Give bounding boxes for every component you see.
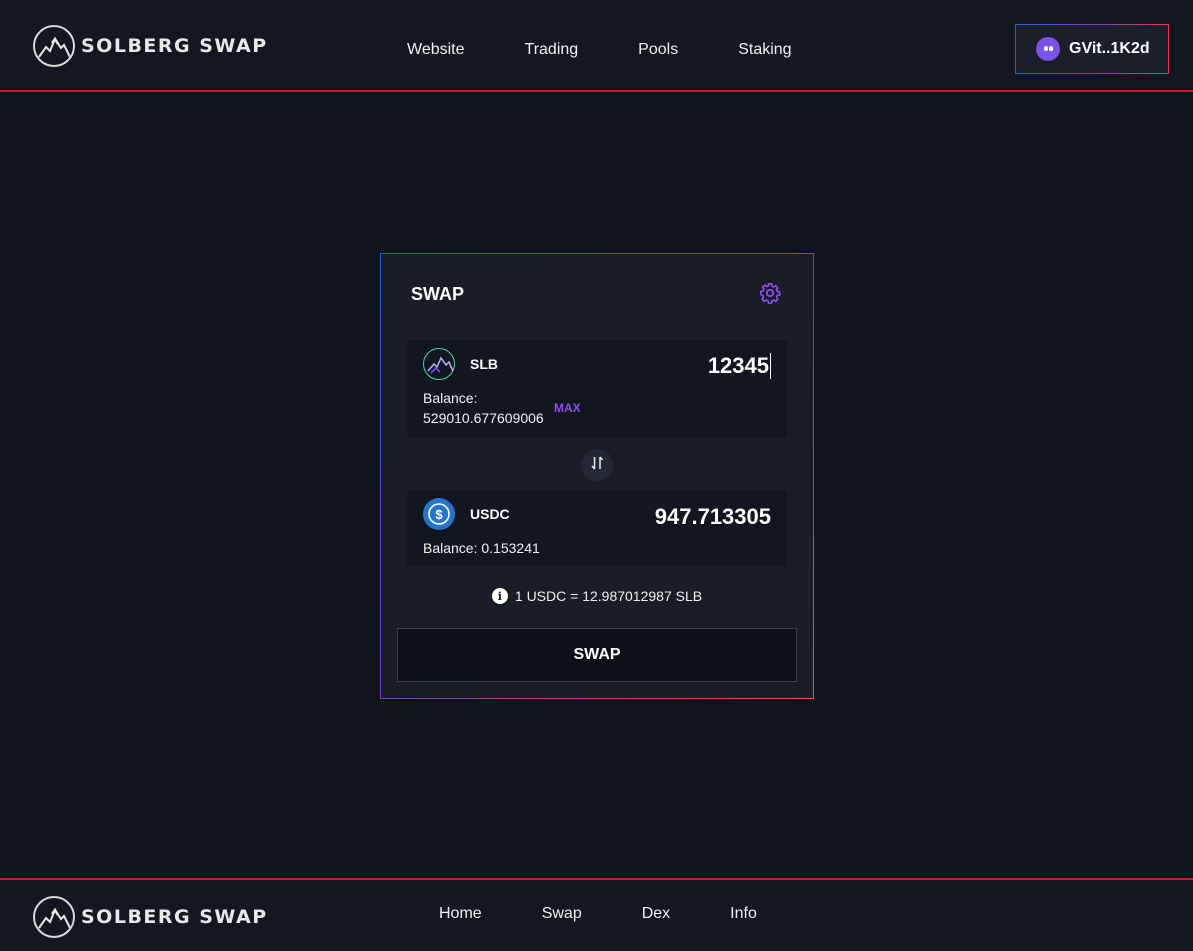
- logo-text: SOLBERG SWAP: [81, 35, 268, 57]
- footer: SOLBERG SWAP Home Swap Dex Info: [0, 878, 1193, 951]
- slb-token-icon: [423, 348, 455, 380]
- switch-direction-button[interactable]: [581, 449, 613, 481]
- nav-website[interactable]: Website: [407, 41, 465, 59]
- swap-card: SWAP SLB Balance: 529010.677609006 MAX: [380, 253, 814, 699]
- from-amount-field[interactable]: [591, 353, 771, 379]
- to-token-symbol[interactable]: USDC: [470, 506, 510, 522]
- exchange-rate-text: 1 USDC = 12.987012987 SLB: [514, 588, 703, 604]
- exchange-rate: i 1 USDC = 12.987012987 SLB: [381, 588, 813, 604]
- to-token-panel: $ USDC 947.713305 Balance: 0.153241: [407, 490, 787, 567]
- page: SOLBERG SWAP Website Trading Pools Staki…: [0, 0, 1193, 951]
- footer-logo[interactable]: SOLBERG SWAP: [33, 896, 268, 938]
- to-amount-value: 947.713305: [654, 504, 771, 529]
- footer-nav: Home Swap Dex Info: [439, 905, 817, 923]
- svg-text:$: $: [435, 507, 443, 522]
- footer-nav-swap[interactable]: Swap: [542, 905, 582, 923]
- phantom-ghost-icon: [1036, 37, 1060, 61]
- from-token-panel: SLB Balance: 529010.677609006 MAX: [407, 340, 787, 438]
- header-logo[interactable]: SOLBERG SWAP: [33, 25, 268, 67]
- swap-button[interactable]: SWAP: [397, 628, 797, 682]
- mountain-logo-icon: [33, 25, 75, 67]
- swap-arrows-icon: [590, 456, 604, 475]
- gear-icon[interactable]: [759, 282, 781, 304]
- from-amount-input[interactable]: [591, 353, 771, 379]
- top-nav: Website Trading Pools Staking: [407, 41, 852, 59]
- from-balance-value: 529010.677609006: [423, 410, 544, 426]
- logo-text: SOLBERG SWAP: [81, 906, 268, 928]
- footer-nav-dex[interactable]: Dex: [642, 905, 670, 923]
- mountain-logo-icon: [33, 896, 75, 938]
- from-balance-label: Balance:: [423, 390, 478, 406]
- info-icon: i: [491, 588, 508, 604]
- footer-nav-home[interactable]: Home: [439, 905, 482, 923]
- from-token-symbol[interactable]: SLB: [470, 356, 498, 372]
- nav-trading[interactable]: Trading: [525, 41, 579, 59]
- swap-title: SWAP: [411, 284, 465, 304]
- nav-staking[interactable]: Staking: [738, 41, 791, 59]
- to-balance: Balance: 0.153241: [423, 540, 540, 556]
- usdc-token-icon: $: [423, 498, 455, 530]
- max-button[interactable]: MAX: [554, 401, 581, 415]
- wallet-address: GVit..1K2d: [1069, 40, 1150, 57]
- footer-nav-info[interactable]: Info: [730, 905, 757, 923]
- wallet-button[interactable]: GVit..1K2d: [1015, 24, 1169, 74]
- header: SOLBERG SWAP Website Trading Pools Staki…: [0, 0, 1193, 92]
- nav-pools[interactable]: Pools: [638, 41, 678, 59]
